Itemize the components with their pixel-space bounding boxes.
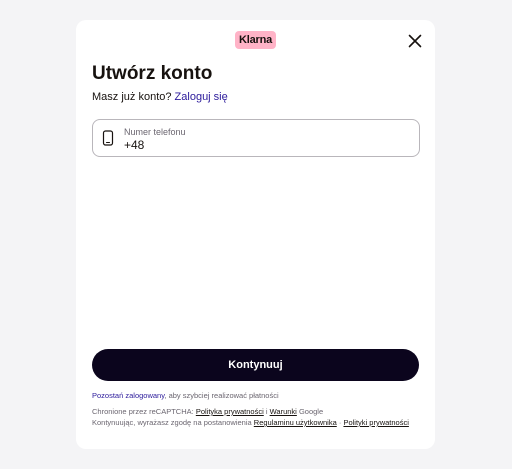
privacy-policy-link[interactable]: Polityka prywatności bbox=[196, 407, 264, 416]
klarna-logo: Klarna bbox=[235, 31, 277, 49]
google-text: Google bbox=[298, 407, 324, 416]
phone-field-label: Numer telefonu bbox=[124, 127, 186, 137]
and-text: i bbox=[265, 407, 268, 416]
recaptcha-prefix: Chronione przez reCAPTCHA: bbox=[92, 407, 194, 416]
continue-button[interactable]: Kontynuuj bbox=[92, 349, 419, 381]
page-title: Utwórz konto bbox=[92, 63, 213, 84]
signin-prompt: Masz już konto? bbox=[92, 91, 172, 103]
stay-logged-in-text: , aby szybciej realizować płatności bbox=[164, 391, 279, 400]
phone-field-value[interactable]: +48 bbox=[124, 138, 144, 152]
consent-prefix: Kontynuując, wyrażasz zgodę na postanowi… bbox=[92, 418, 252, 427]
recaptcha-notice: Chronione przez reCAPTCHA: Polityka pryw… bbox=[92, 407, 323, 416]
phone-number-field[interactable]: Numer telefonu +48 bbox=[92, 119, 420, 157]
signin-link[interactable]: Zaloguj się bbox=[175, 91, 228, 103]
close-icon[interactable] bbox=[406, 32, 424, 50]
stay-logged-in-row: Pozostań zalogowany, aby szybciej realiz… bbox=[92, 391, 279, 400]
consent-notice: Kontynuując, wyrażasz zgodę na postanowi… bbox=[92, 418, 409, 427]
stay-logged-in-link[interactable]: Pozostań zalogowany bbox=[92, 391, 164, 400]
privacy-policies-link[interactable]: Polityki prywatności bbox=[343, 418, 408, 427]
user-terms-link[interactable]: Regulaminu użytkownika bbox=[254, 418, 337, 427]
separator: · bbox=[338, 418, 342, 427]
phone-icon bbox=[102, 130, 114, 146]
signup-dialog: Klarna Utwórz konto Masz już konto? Zalo… bbox=[76, 20, 435, 449]
signin-prompt-row: Masz już konto? Zaloguj się bbox=[92, 91, 228, 103]
terms-link[interactable]: Warunki bbox=[270, 407, 297, 416]
